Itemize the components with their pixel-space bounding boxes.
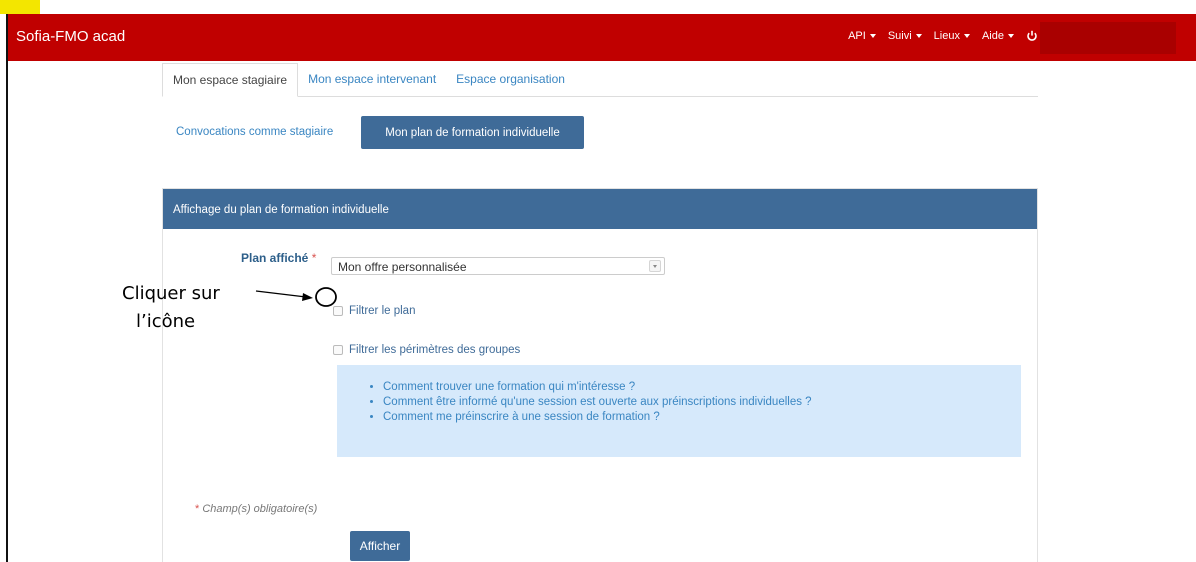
nav-item-lieux[interactable]: Lieux [934,30,970,42]
tab-espace-intervenant[interactable]: Mon espace intervenant [298,63,446,96]
nav-item-label: Suivi [887,30,912,42]
caret-down-icon [915,34,922,38]
panel-title: Affichage du plan de formation individue… [163,189,1037,229]
nav-item-label: Lieux [933,30,960,42]
filter-plan-row[interactable]: Filtrer le plan [333,305,415,317]
annotation-line2: l’icône [136,311,196,332]
tab-espace-stagiaire[interactable]: Mon espace stagiaire [162,63,299,97]
top-navbar: Sofia-FMO acad API Suivi Lieux Aide [8,14,1196,61]
help-box: Comment trouver une formation qui m'inté… [337,365,1021,457]
annotation-callout: Cliquer sur l’icône [122,280,252,336]
help-link[interactable]: Comment me préinscrire à une session de … [383,411,1021,423]
caret-down-icon [1008,34,1014,38]
chevron-down-icon [649,260,661,272]
filter-groups-label: Filtrer les périmètres des groupes [349,344,521,356]
required-star: * [311,251,317,265]
nav-item-label: Aide [981,30,1004,42]
nav-item-label: API [848,30,866,42]
plan-label-text: Plan affiché [241,251,309,265]
filter-plan-label: Filtrer le plan [349,305,416,317]
nav-menu: API Suivi Lieux Aide [848,30,1038,42]
help-link[interactable]: Comment trouver une formation qui m'inté… [383,381,1021,393]
filter-plan-checkbox[interactable] [333,306,343,316]
tab-espace-organisation[interactable]: Espace organisation [446,63,575,96]
highlight-marker [0,0,40,14]
plan-select-value: Mon offre personnalisée [338,260,467,274]
required-star: * [195,503,200,515]
help-link[interactable]: Comment être informé qu'une session est … [383,396,1021,408]
filter-groups-checkbox[interactable] [333,345,343,355]
caret-down-icon [963,34,970,38]
plan-select[interactable]: Mon offre personnalisée [331,257,665,275]
caret-down-icon [869,34,876,38]
app-brand[interactable]: Sofia-FMO acad [16,28,125,45]
nav-item-api[interactable]: API [848,30,876,42]
plan-panel: Affichage du plan de formation individue… [162,188,1038,562]
required-note: * Champ(s) obligatoire(s) [195,503,317,515]
required-note-text: Champ(s) obligatoire(s) [202,503,318,515]
nav-item-aide[interactable]: Aide [982,30,1014,42]
nav-item-suivi[interactable]: Suivi [888,30,922,42]
plan-field-label: Plan affiché * [241,251,316,265]
space-tabs: Mon espace stagiaire Mon espace interven… [162,63,1038,97]
user-menu-redacted[interactable] [1040,22,1176,54]
subnav-plan-button[interactable]: Mon plan de formation individuelle [361,116,584,149]
power-icon [1027,30,1037,41]
afficher-button[interactable]: Afficher [350,531,410,561]
filter-groups-row[interactable]: Filtrer les périmètres des groupes [333,344,520,356]
annotation-line1: Cliquer sur [122,283,220,304]
subnav-convocations-link[interactable]: Convocations comme stagiaire [176,126,333,138]
logout-button[interactable] [1026,30,1038,42]
